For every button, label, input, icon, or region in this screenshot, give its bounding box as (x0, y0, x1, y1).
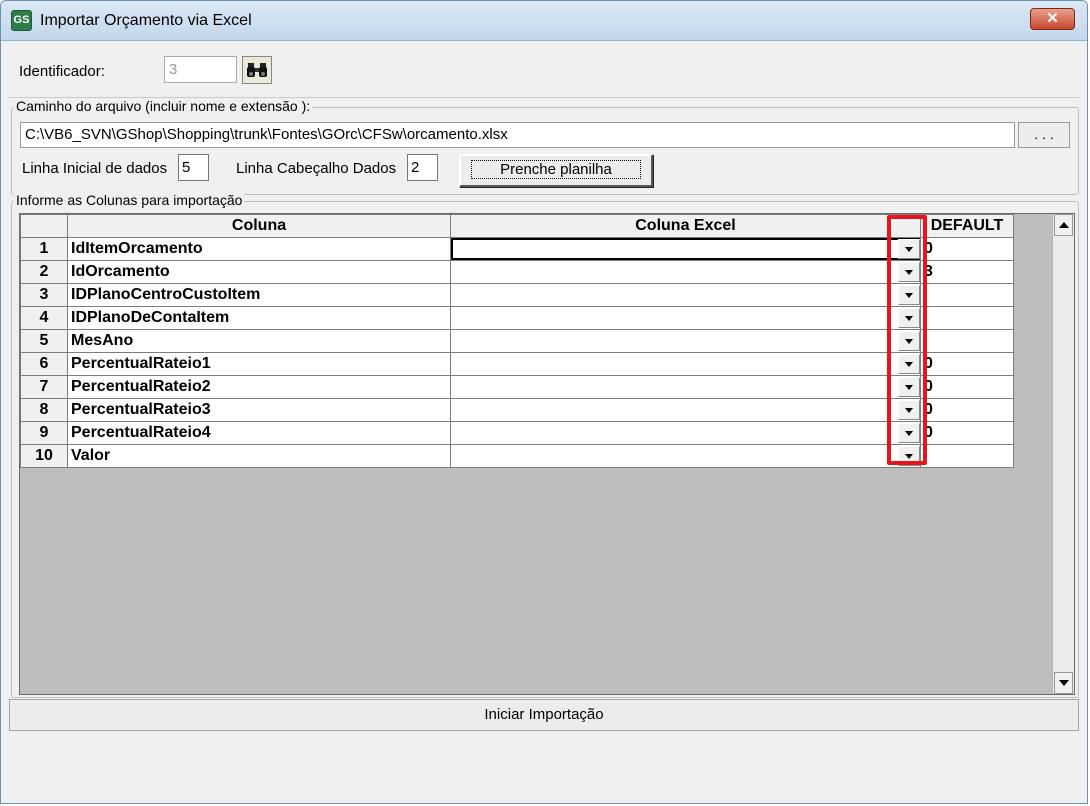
default-cell[interactable] (920, 444, 1014, 468)
table-row[interactable]: 5 MesAno (20, 329, 1014, 353)
chevron-down-icon[interactable] (898, 331, 920, 351)
table-row[interactable]: 7 PercentualRateio2 0 (20, 375, 1014, 399)
row-number: 5 (20, 329, 68, 353)
close-button[interactable]: ✕ (1030, 8, 1075, 30)
header-default[interactable]: DEFAULT (920, 214, 1014, 238)
default-cell[interactable]: 3 (920, 260, 1014, 284)
coluna-excel-cell[interactable] (450, 283, 921, 307)
vertical-scrollbar[interactable] (1052, 214, 1074, 694)
coluna-excel-cell[interactable] (450, 329, 921, 353)
chevron-down-icon[interactable] (898, 262, 920, 282)
row-number: 2 (20, 260, 68, 284)
coluna-cell[interactable]: PercentualRateio3 (67, 398, 451, 422)
caminho-arquivo-group: Caminho do arquivo (incluir nome e exten… (11, 98, 1079, 195)
identificador-panel: Identificador: 3 (9, 43, 1079, 98)
coluna-cell[interactable]: PercentualRateio4 (67, 421, 451, 445)
table-row[interactable]: 8 PercentualRateio3 0 (20, 398, 1014, 422)
coluna-excel-cell[interactable] (450, 375, 921, 399)
default-cell[interactable]: 0 (920, 375, 1014, 399)
file-path-field[interactable]: C:\VB6_SVN\GShop\Shopping\trunk\Fontes\G… (20, 122, 1015, 148)
default-cell[interactable]: 0 (920, 237, 1014, 261)
prenche-planilha-button[interactable]: Prenche planilha (459, 154, 653, 187)
chevron-down-icon[interactable] (898, 423, 920, 443)
title-bar: GS Importar Orçamento via Excel ✕ (1, 1, 1087, 41)
row-number: 1 (20, 237, 68, 261)
chevron-down-icon[interactable] (898, 285, 920, 305)
identificador-label: Identificador: (19, 63, 105, 80)
row-number: 9 (20, 421, 68, 445)
coluna-cell[interactable]: IDPlanoDeContaItem (67, 306, 451, 330)
chevron-down-icon[interactable] (898, 239, 920, 259)
row-number: 10 (20, 444, 68, 468)
header-coluna-excel[interactable]: Coluna Excel (450, 214, 921, 238)
iniciar-importacao-button[interactable]: Iniciar Importação (9, 699, 1079, 731)
coluna-cell[interactable]: Valor (67, 444, 451, 468)
coluna-cell[interactable]: IdOrcamento (67, 260, 451, 284)
colunas-legend: Informe as Colunas para importação (14, 192, 245, 208)
default-cell[interactable]: 0 (920, 398, 1014, 422)
header-row-number (20, 214, 68, 238)
default-cell[interactable] (920, 283, 1014, 307)
colunas-group: Informe as Colunas para importação Colun… (11, 192, 1079, 698)
row-number: 8 (20, 398, 68, 422)
coluna-excel-cell[interactable] (450, 306, 921, 330)
coluna-cell[interactable]: IDPlanoCentroCustoItem (67, 283, 451, 307)
coluna-excel-cell[interactable] (450, 237, 921, 261)
coluna-cell[interactable]: MesAno (67, 329, 451, 353)
linha-inicial-field[interactable]: 5 (178, 154, 209, 181)
row-number: 3 (20, 283, 68, 307)
default-cell[interactable] (920, 329, 1014, 353)
window-client: Identificador: 3 Caminho do arquivo (inc… (9, 43, 1079, 797)
caminho-arquivo-legend: Caminho do arquivo (incluir nome e exten… (14, 98, 313, 114)
linha-inicial-label: Linha Inicial de dados (22, 160, 168, 177)
app-icon: GS (11, 10, 32, 31)
coluna-excel-cell[interactable] (450, 260, 921, 284)
header-coluna[interactable]: Coluna (67, 214, 451, 238)
table-row[interactable]: 6 PercentualRateio1 0 (20, 352, 1014, 376)
grid-header-row: Coluna Coluna Excel DEFAULT (20, 214, 1014, 238)
scroll-up-button[interactable] (1054, 214, 1073, 236)
columns-table: Coluna Coluna Excel DEFAULT 1 IdItemOrcam… (20, 214, 1014, 468)
row-number: 7 (20, 375, 68, 399)
window-title: Importar Orçamento via Excel (40, 12, 252, 29)
coluna-cell[interactable]: IdItemOrcamento (67, 237, 451, 261)
chevron-down-icon[interactable] (898, 400, 920, 420)
table-row[interactable]: 9 PercentualRateio4 0 (20, 421, 1014, 445)
chevron-down-icon[interactable] (898, 354, 920, 374)
table-row[interactable]: 2 IdOrcamento 3 (20, 260, 1014, 284)
coluna-excel-cell[interactable] (450, 352, 921, 376)
prenche-planilha-label: Prenche planilha (471, 160, 641, 179)
find-button[interactable] (242, 56, 272, 84)
linha-cabecalho-field[interactable]: 2 (407, 154, 438, 181)
table-row[interactable]: 10 Valor (20, 444, 1014, 468)
default-cell[interactable] (920, 306, 1014, 330)
coluna-excel-cell[interactable] (450, 398, 921, 422)
default-cell[interactable]: 0 (920, 352, 1014, 376)
table-row[interactable]: 4 IDPlanoDeContaItem (20, 306, 1014, 330)
current-cell-border (451, 238, 920, 260)
chevron-down-icon[interactable] (898, 446, 920, 466)
import-window: GS Importar Orçamento via Excel ✕ Identi… (0, 0, 1088, 804)
row-number: 4 (20, 306, 68, 330)
coluna-excel-cell[interactable] (450, 444, 921, 468)
browse-button[interactable]: . . . (1018, 122, 1070, 148)
coluna-excel-cell[interactable] (450, 421, 921, 445)
binoculars-icon (247, 63, 267, 77)
chevron-down-icon[interactable] (898, 308, 920, 328)
close-icon: ✕ (1046, 10, 1059, 27)
chevron-down-icon[interactable] (898, 377, 920, 397)
coluna-cell[interactable]: PercentualRateio2 (67, 375, 451, 399)
columns-grid: Coluna Coluna Excel DEFAULT 1 IdItemOrcam… (19, 213, 1075, 695)
table-row[interactable]: 3 IDPlanoCentroCustoItem (20, 283, 1014, 307)
linha-cabecalho-label: Linha Cabeçalho Dados (236, 160, 397, 177)
row-number: 6 (20, 352, 68, 376)
coluna-cell[interactable]: PercentualRateio1 (67, 352, 451, 376)
scroll-down-button[interactable] (1054, 672, 1073, 694)
table-row[interactable]: 1 IdItemOrcamento 0 (20, 237, 1014, 261)
default-cell[interactable]: 0 (920, 421, 1014, 445)
identificador-field[interactable]: 3 (164, 56, 237, 83)
